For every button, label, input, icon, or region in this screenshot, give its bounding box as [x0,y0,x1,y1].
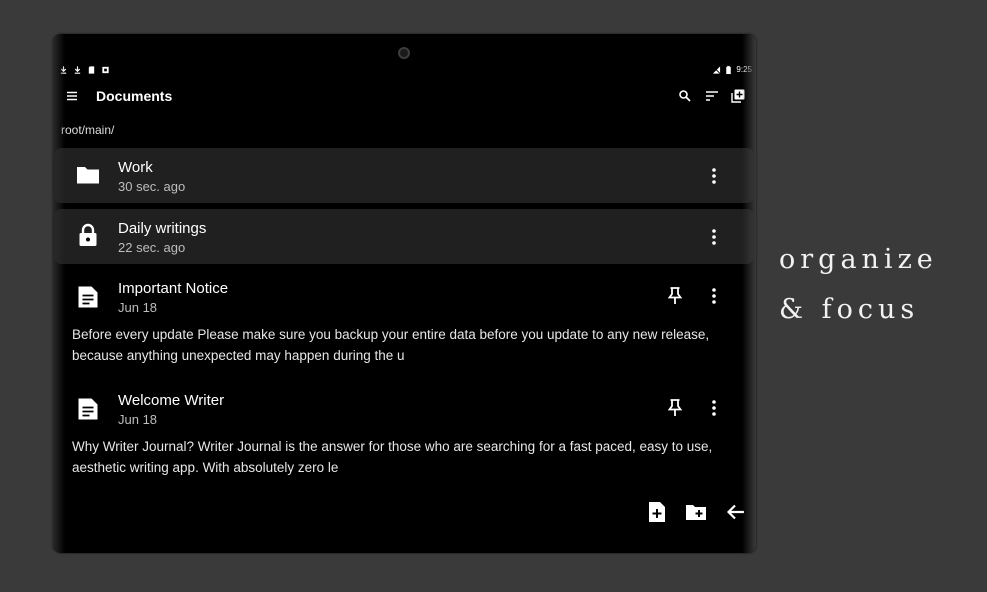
new-note-icon[interactable] [646,501,668,523]
no-signal-icon [713,66,721,74]
more-vert-icon[interactable] [706,286,722,306]
more-vert-icon[interactable] [706,227,722,247]
item-subtitle: Jun 18 [118,412,158,427]
camera-icon [398,47,410,59]
note-preview: Why Writer Journal? Writer Journal is th… [72,439,713,475]
status-notifications [59,65,110,75]
sd-card-icon [88,66,95,74]
list-item-note[interactable]: Important Notice Jun 18 Before every upd… [55,270,753,370]
breadcrumb[interactable]: root/main/ [61,123,114,137]
pin-icon[interactable] [667,398,683,418]
item-title: Important Notice [118,280,229,297]
back-arrow-icon[interactable] [725,501,747,523]
item-title: Welcome Writer [118,392,225,409]
item-subtitle: Jun 18 [118,300,158,315]
item-title: Work [118,159,153,176]
sort-icon[interactable] [704,88,720,104]
battery-icon [726,65,732,75]
more-vert-icon[interactable] [706,398,722,418]
more-vert-icon[interactable] [706,166,722,186]
page-title: Documents [96,88,173,104]
media-icon [102,66,109,74]
status-system: 9:25 [712,65,752,75]
new-folder-icon[interactable] [685,501,707,523]
item-subtitle: 22 sec. ago [118,240,186,255]
library-add-icon[interactable] [730,88,746,104]
folder-icon [77,167,99,184]
item-title: Daily writings [118,220,207,237]
download-icon [60,66,67,74]
pin-icon[interactable] [667,286,683,306]
tablet-screen: 9:25 Documents root/main/ Work 30 sec. a… [53,34,756,553]
note-preview: Before every update Please make sure you… [72,327,710,363]
list-item-note[interactable]: Welcome Writer Jun 18 Why Writer Journal… [55,382,753,482]
status-bar: 9:25 [53,65,756,77]
document-icon [78,398,98,420]
download-icon [74,66,81,74]
status-time: 9:25 [736,65,752,74]
tagline-line1: organize [779,244,938,275]
lock-icon [79,223,97,246]
menu-icon[interactable] [65,89,79,103]
document-icon [78,286,98,308]
item-subtitle: 30 sec. ago [118,179,186,194]
list-item-folder[interactable]: Work 30 sec. ago [55,148,753,203]
tagline-line2: & focus [779,294,920,325]
list-item-folder[interactable]: Daily writings 22 sec. ago [55,209,753,264]
app-bar: Documents [53,84,756,110]
search-icon[interactable] [677,88,693,104]
